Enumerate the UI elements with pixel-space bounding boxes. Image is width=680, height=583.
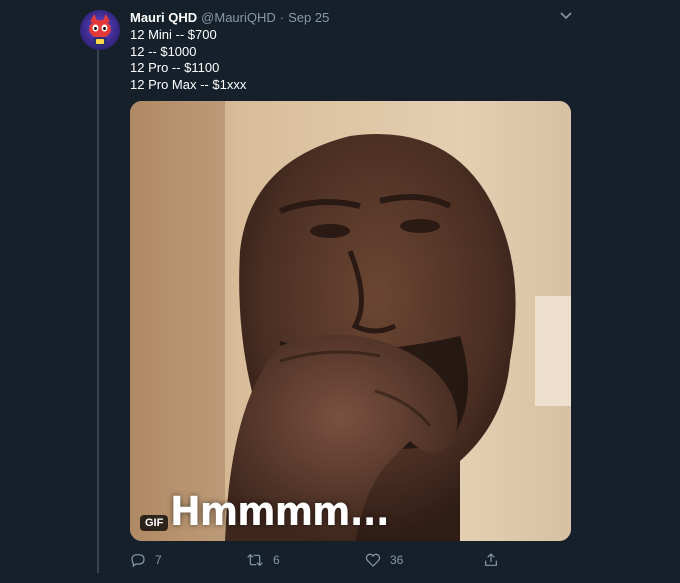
tweet-actions: 7 6 36 bbox=[130, 549, 510, 571]
tweet-line: 12 Pro -- $1100 bbox=[130, 60, 220, 75]
heart-icon bbox=[365, 553, 381, 567]
reply-count: 7 bbox=[155, 553, 162, 567]
tweet[interactable]: Mauri QHD @MauriQHD · Sep 25 12 Mini -- … bbox=[0, 0, 680, 583]
tweet-text: 12 Mini -- $700 12 -- $1000 12 Pro -- $1… bbox=[130, 27, 246, 93]
tweet-date[interactable]: Sep 25 bbox=[288, 10, 329, 25]
separator-dot: · bbox=[279, 10, 285, 25]
tweet-line: 12 Mini -- $700 bbox=[130, 27, 217, 42]
retweet-button[interactable]: 6 bbox=[246, 549, 280, 571]
share-icon bbox=[485, 553, 497, 566]
gif-badge: GIF bbox=[140, 515, 169, 531]
reply-button[interactable]: 7 bbox=[130, 549, 162, 571]
author-handle[interactable]: @MauriQHD bbox=[201, 10, 276, 25]
retweet-icon bbox=[247, 553, 263, 567]
author-name[interactable]: Mauri QHD bbox=[130, 10, 197, 25]
tweet-line: 12 Pro Max -- $1xxx bbox=[130, 76, 247, 92]
like-button[interactable]: 36 bbox=[365, 549, 403, 571]
cat-mascot-icon bbox=[89, 14, 111, 47]
retweet-count: 6 bbox=[273, 553, 280, 567]
avatar[interactable] bbox=[80, 10, 120, 50]
thread-line bbox=[97, 50, 99, 573]
chevron-down-icon bbox=[560, 12, 572, 20]
gif-caption: Hmmmm... bbox=[170, 489, 390, 535]
like-count: 36 bbox=[390, 553, 404, 567]
gif-image bbox=[130, 101, 571, 541]
share-button[interactable] bbox=[483, 549, 499, 571]
gif-media[interactable]: GIF Hmmmm... bbox=[130, 101, 571, 541]
more-options-button[interactable] bbox=[556, 6, 576, 26]
tweet-line: 12 -- $1000 bbox=[130, 43, 197, 59]
tweet-header: Mauri QHD @MauriQHD · Sep 25 bbox=[130, 10, 329, 28]
reply-icon bbox=[131, 554, 145, 568]
